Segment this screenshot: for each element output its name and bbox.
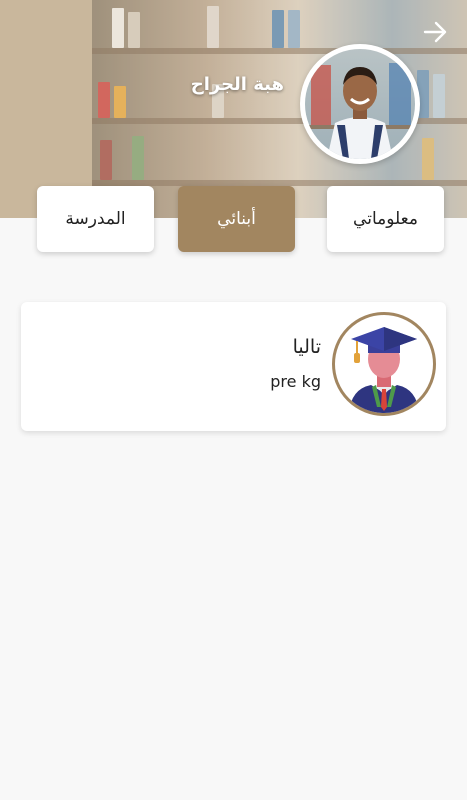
child-grade: pre kg	[270, 372, 321, 391]
tab-school[interactable]: المدرسة	[37, 186, 154, 252]
child-card[interactable]: تاليا pre kg	[21, 302, 446, 431]
user-name: هبة الجراح	[190, 74, 284, 95]
tab-my-info-label: معلوماتي	[353, 209, 418, 229]
arrow-right-icon	[423, 21, 447, 43]
student-photo-icon	[305, 63, 415, 159]
child-avatar	[332, 312, 436, 416]
tab-my-children-label: أبنائي	[217, 209, 256, 229]
profile-avatar[interactable]	[300, 44, 420, 164]
tab-my-children[interactable]: أبنائي	[178, 186, 295, 252]
tab-my-info[interactable]: معلوماتي	[327, 186, 444, 252]
tab-school-label: المدرسة	[65, 209, 126, 229]
back-button[interactable]	[420, 18, 452, 46]
child-name: تاليا	[292, 336, 321, 358]
graduate-avatar-icon	[349, 327, 419, 413]
